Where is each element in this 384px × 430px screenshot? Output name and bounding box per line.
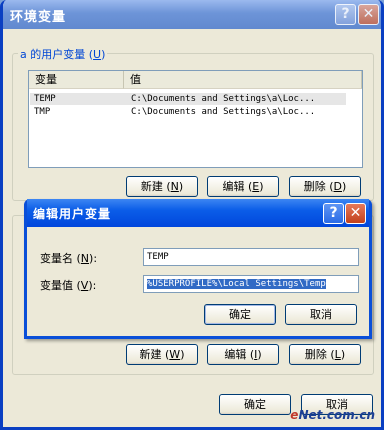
list-item[interactable]: TMP C:\Documents and Settings\a\Loc...: [30, 106, 346, 118]
close-icon[interactable]: ✕: [358, 4, 379, 25]
variable-name-field[interactable]: TEMP: [143, 248, 359, 266]
variable-name: TMP: [34, 107, 51, 117]
user-variables-label: a 的用户变量 (U): [18, 46, 108, 62]
variable-value: C:\Documents and Settings\a\Loc...: [131, 94, 316, 104]
selected-text: %USERPROFILE%\Local Settings\Temp: [147, 279, 326, 289]
dialog-ok-button[interactable]: 确定: [204, 304, 276, 325]
user-edit-button[interactable]: 编辑 (E): [207, 176, 279, 197]
edit-user-variable-dialog: 编辑用户变量 ? ✕ 变量名 (N): TEMP 变量值 (V): %USERP…: [24, 199, 372, 339]
dialog-cancel-button[interactable]: 取消: [285, 304, 357, 325]
ok-button[interactable]: 确定: [219, 394, 291, 415]
column-header-value[interactable]: 值: [124, 71, 362, 89]
window-titlebar[interactable]: 环境变量 ? ✕: [3, 0, 381, 29]
user-delete-button[interactable]: 删除 (D): [289, 176, 361, 197]
system-delete-button[interactable]: 删除 (L): [289, 344, 361, 365]
list-item[interactable]: TEMP C:\Documents and Settings\a\Loc...: [30, 93, 346, 105]
variable-value-label: 变量值 (V):: [40, 279, 97, 292]
system-edit-button[interactable]: 编辑 (I): [207, 344, 279, 365]
column-header-variable[interactable]: 变量: [29, 71, 124, 89]
variable-value: C:\Documents and Settings\a\Loc...: [131, 107, 316, 117]
window-title: 环境变量: [10, 10, 67, 25]
system-new-button[interactable]: 新建 (W): [126, 344, 198, 365]
close-icon[interactable]: ✕: [345, 203, 366, 224]
help-icon[interactable]: ?: [323, 203, 344, 224]
user-new-button[interactable]: 新建 (N): [126, 176, 198, 197]
help-icon[interactable]: ?: [335, 4, 356, 25]
variable-name-label: 变量名 (N):: [40, 252, 98, 265]
variable-value-field[interactable]: %USERPROFILE%\Local Settings\Temp: [143, 275, 359, 293]
user-variables-list[interactable]: 变量 值 TEMP C:\Documents and Settings\a\Lo…: [28, 70, 363, 168]
dialog-titlebar[interactable]: 编辑用户变量 ? ✕: [27, 199, 369, 227]
dialog-title: 编辑用户变量: [33, 207, 112, 221]
site-watermark: eNet.com.cn: [290, 408, 375, 422]
variable-name: TEMP: [34, 94, 56, 104]
